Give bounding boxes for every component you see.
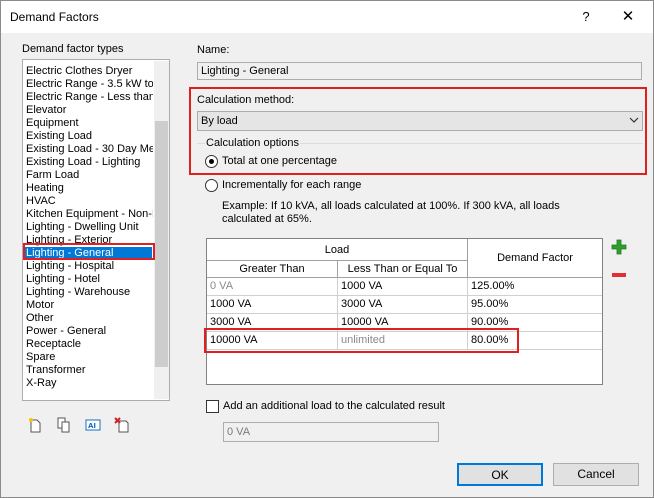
scrollbar-thumb[interactable] xyxy=(155,121,168,367)
calculation-method-value: By load xyxy=(201,115,238,127)
less-than-header[interactable]: Less Than or Equal To xyxy=(338,261,468,278)
selection-highlight-box xyxy=(23,243,155,260)
delete-icon[interactable] xyxy=(114,417,130,433)
example-text-line2: calculated at 65%. xyxy=(222,213,312,225)
row1-less[interactable]: 1000 VA xyxy=(338,278,468,296)
new-icon[interactable] xyxy=(27,417,43,433)
list-scrollbar[interactable] xyxy=(154,61,169,399)
list-item[interactable]: Motor xyxy=(26,299,153,312)
list-item[interactable]: Transformer xyxy=(26,364,153,377)
calculation-method-dropdown[interactable]: By load xyxy=(197,111,643,131)
list-item[interactable]: Other xyxy=(26,312,153,325)
demand-factor-types-label: Demand factor types xyxy=(22,43,124,55)
demand-factor-header[interactable]: Demand Factor xyxy=(468,239,602,278)
row2-less[interactable]: 3000 VA xyxy=(338,296,468,314)
duplicate-icon[interactable] xyxy=(56,417,72,433)
minus-icon[interactable] xyxy=(612,273,626,277)
row2-factor[interactable]: 95.00% xyxy=(468,296,602,314)
ok-button[interactable]: OK xyxy=(457,463,543,486)
demand-factors-dialog: Demand Factors ? ✕ Demand factor types E… xyxy=(0,0,654,498)
cancel-button[interactable]: Cancel xyxy=(553,463,639,486)
list-item[interactable]: HVAC xyxy=(26,195,153,208)
incremental-radio[interactable] xyxy=(205,179,218,192)
svg-text:AI: AI xyxy=(88,422,96,430)
list-item[interactable]: Heating xyxy=(26,182,153,195)
list-item[interactable]: Existing Load - Lighting xyxy=(26,156,153,169)
list-item[interactable]: Electric Clothes Dryer xyxy=(26,65,153,78)
total-percentage-label: Total at one percentage xyxy=(222,155,337,167)
list-item[interactable]: Electric Range - 3.5 kW to xyxy=(26,78,153,91)
list-item[interactable]: Power - General xyxy=(26,325,153,338)
list-item[interactable]: Electric Range - Less than xyxy=(26,91,153,104)
list-item[interactable]: X-Ray xyxy=(26,377,153,390)
load-group-header: Load xyxy=(207,239,468,261)
demand-factor-types-list[interactable]: Electric Clothes Dryer Electric Range - 3… xyxy=(22,59,170,401)
dialog-title: Demand Factors xyxy=(10,10,99,24)
list-item[interactable]: Lighting - Hospital xyxy=(26,260,153,273)
list-item[interactable]: Equipment xyxy=(26,117,153,130)
row2-greater[interactable]: 1000 VA xyxy=(207,296,338,314)
help-button[interactable]: ? xyxy=(574,5,598,29)
demand-factor-table: Load Greater Than Less Than or Equal To … xyxy=(206,238,603,385)
list-item[interactable]: Receptacle xyxy=(26,338,153,351)
name-field[interactable]: Lighting - General xyxy=(197,62,642,80)
incremental-label: Incrementally for each range xyxy=(222,179,362,191)
greater-than-header[interactable]: Greater Than xyxy=(207,261,338,278)
list-item[interactable]: Spare xyxy=(26,351,153,364)
calculation-options-label: Calculation options xyxy=(205,137,300,149)
list-item[interactable]: Existing Load xyxy=(26,130,153,143)
list-item[interactable]: Kitchen Equipment - Non-D xyxy=(26,208,153,221)
list-item[interactable]: Farm Load xyxy=(26,169,153,182)
additional-load-label: Add an additional load to the calculated… xyxy=(223,400,445,412)
last-row-highlight-box xyxy=(204,328,519,353)
row1-greater[interactable]: 0 VA xyxy=(207,278,338,296)
row1-factor[interactable]: 125.00% xyxy=(468,278,602,296)
title-bar: Demand Factors ? ✕ xyxy=(1,1,653,33)
additional-load-field[interactable]: 0 VA xyxy=(223,422,439,442)
example-text-line1: Example: If 10 kVA, all loads calculated… xyxy=(222,200,560,212)
additional-load-checkbox[interactable] xyxy=(206,400,219,413)
calculation-method-label: Calculation method: xyxy=(197,94,295,106)
list-item[interactable]: Lighting - Hotel xyxy=(26,273,153,286)
plus-icon[interactable] xyxy=(611,239,627,255)
chevron-down-icon xyxy=(629,117,639,123)
list-item[interactable]: Lighting - Warehouse xyxy=(26,286,153,299)
list-item[interactable]: Elevator xyxy=(26,104,153,117)
total-percentage-radio[interactable] xyxy=(205,155,218,168)
close-button[interactable]: ✕ xyxy=(616,5,640,29)
list-item[interactable]: Lighting - Dwelling Unit xyxy=(26,221,153,234)
rename-icon[interactable]: AI xyxy=(85,417,101,433)
name-label: Name: xyxy=(197,44,230,56)
list-item[interactable]: Existing Load - 30 Day Met xyxy=(26,143,153,156)
